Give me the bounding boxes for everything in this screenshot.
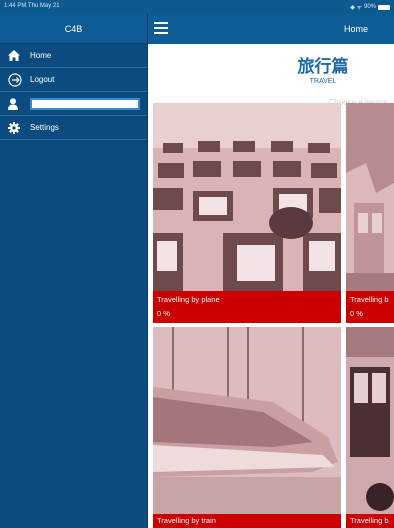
sidebar-item-settings[interactable]: Settings [0, 116, 147, 140]
sidebar-item-label: Home [30, 51, 52, 60]
battery-percent: 90% [363, 4, 376, 10]
sidebar: C4B Home Logout Settings [0, 14, 148, 528]
lesson-image [346, 327, 394, 528]
lesson-label: Travelling by train [153, 514, 341, 528]
lesson-label: Travelling by plane 0 % [153, 291, 341, 323]
lesson-image [346, 103, 394, 323]
lesson-card-plane[interactable]: Travelling by plane 0 % [153, 103, 341, 323]
lesson-title: Travelling by train [157, 516, 216, 525]
home-icon [8, 49, 26, 63]
lesson-title: Travelling by plane [157, 295, 220, 304]
sidebar-title: C4B [0, 14, 147, 44]
status-time: 1:44 PM Thu May 21 [4, 3, 60, 9]
lesson-label: Travelling b [346, 514, 394, 528]
gear-icon [8, 121, 26, 135]
menu-icon[interactable] [154, 22, 168, 34]
lesson-progress: 0 % [350, 309, 363, 318]
page-title: Home [343, 24, 368, 34]
logout-icon [8, 72, 26, 87]
lesson-title: Travelling b [350, 516, 389, 525]
lesson-card-4[interactable]: Travelling b [346, 327, 394, 528]
sidebar-item-logout[interactable]: Logout [0, 68, 147, 92]
lesson-card-train[interactable]: Travelling by train [153, 327, 341, 528]
train-image [153, 327, 341, 528]
sidebar-item-label: Logout [30, 75, 55, 84]
lesson-title: Travelling b [350, 295, 389, 304]
sidebar-item-home[interactable]: Home [0, 44, 147, 68]
battery-icon [378, 4, 390, 10]
lesson-progress: 0 % [157, 309, 170, 318]
main-panel: Home 旅行篇 TRAVEL Choose a lesson Travelli… [148, 14, 394, 528]
lesson-title-cn: 旅行篇 [297, 57, 349, 77]
lesson-card-2[interactable]: Travelling b 0 % [346, 103, 394, 323]
sidebar-item-user[interactable] [0, 92, 147, 116]
user-icon [8, 97, 26, 111]
username-field[interactable] [30, 97, 140, 110]
status-bar: 1:44 PM Thu May 21 ◆ ᯤ 90% [0, 0, 394, 14]
sidebar-item-label: Settings [30, 123, 59, 132]
status-indicators: ◆ ᯤ 90% [350, 3, 390, 11]
airplane-cabin-image [153, 103, 341, 323]
wifi-icon: ◆ ᯤ [350, 5, 362, 11]
lesson-title-en: TRAVEL [309, 78, 337, 85]
lesson-heading: 旅行篇 TRAVEL [278, 52, 368, 85]
main-header: Home [148, 14, 394, 44]
lesson-label: Travelling b 0 % [346, 291, 394, 323]
